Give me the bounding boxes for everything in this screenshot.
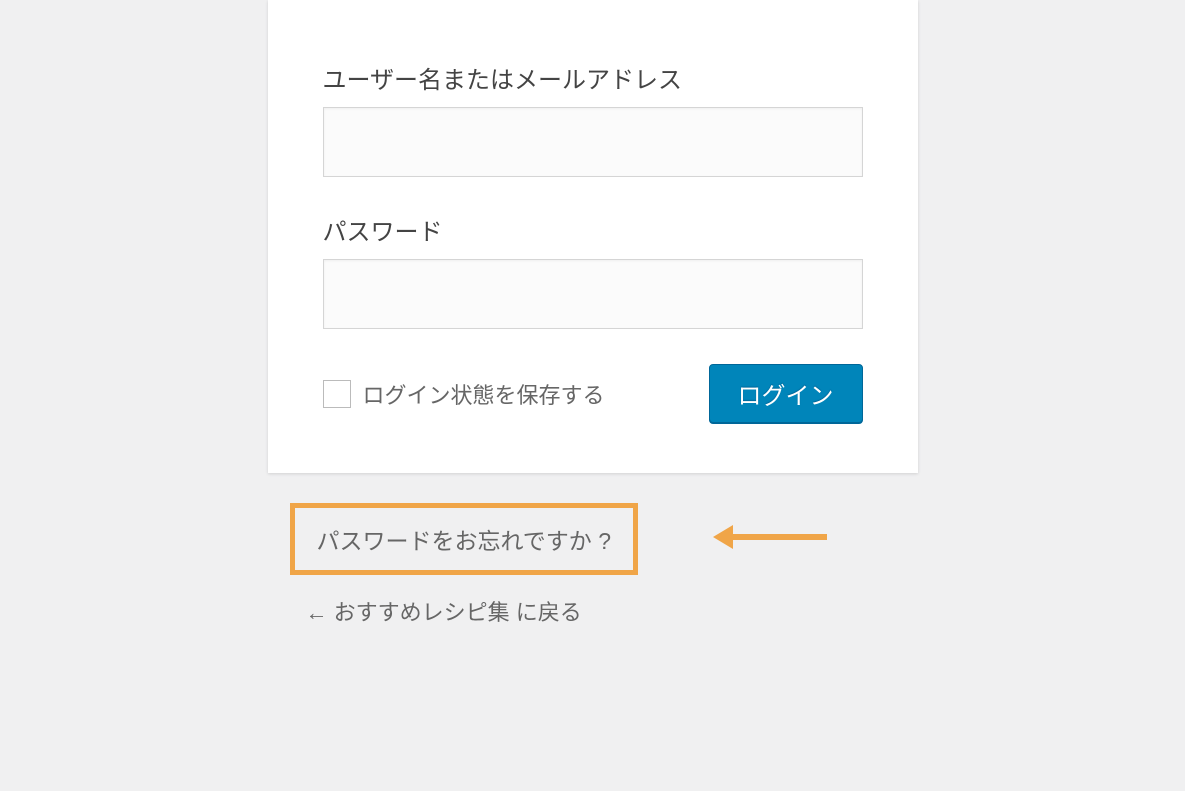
password-field-group: パスワード <box>323 212 863 329</box>
arrow-left-icon <box>713 525 733 549</box>
links-area: パスワードをお忘れですか ? ← おすすめレシピ集 に戻る <box>268 503 918 627</box>
remember-me-checkbox[interactable] <box>323 380 351 408</box>
back-to-site-link[interactable]: ← おすすめレシピ集 に戻る <box>306 595 918 627</box>
password-label: パスワード <box>323 212 863 247</box>
login-form: ユーザー名またはメールアドレス パスワード ログイン状態を保存する ログイン <box>268 0 918 473</box>
remember-me-wrap: ログイン状態を保存する <box>323 378 605 410</box>
arrow-annotation <box>713 525 827 549</box>
forgot-password-link[interactable]: パスワードをお忘れですか ? <box>317 528 612 554</box>
forgot-password-highlight: パスワードをお忘れですか ? <box>290 503 639 575</box>
remember-me-label: ログイン状態を保存する <box>363 378 605 410</box>
form-bottom-row: ログイン状態を保存する ログイン <box>323 364 863 423</box>
username-label: ユーザー名またはメールアドレス <box>323 60 863 95</box>
login-button[interactable]: ログイン <box>709 364 863 423</box>
arrow-line <box>732 534 827 540</box>
username-field-group: ユーザー名またはメールアドレス <box>323 60 863 177</box>
password-input[interactable] <box>323 259 863 329</box>
username-input[interactable] <box>323 107 863 177</box>
